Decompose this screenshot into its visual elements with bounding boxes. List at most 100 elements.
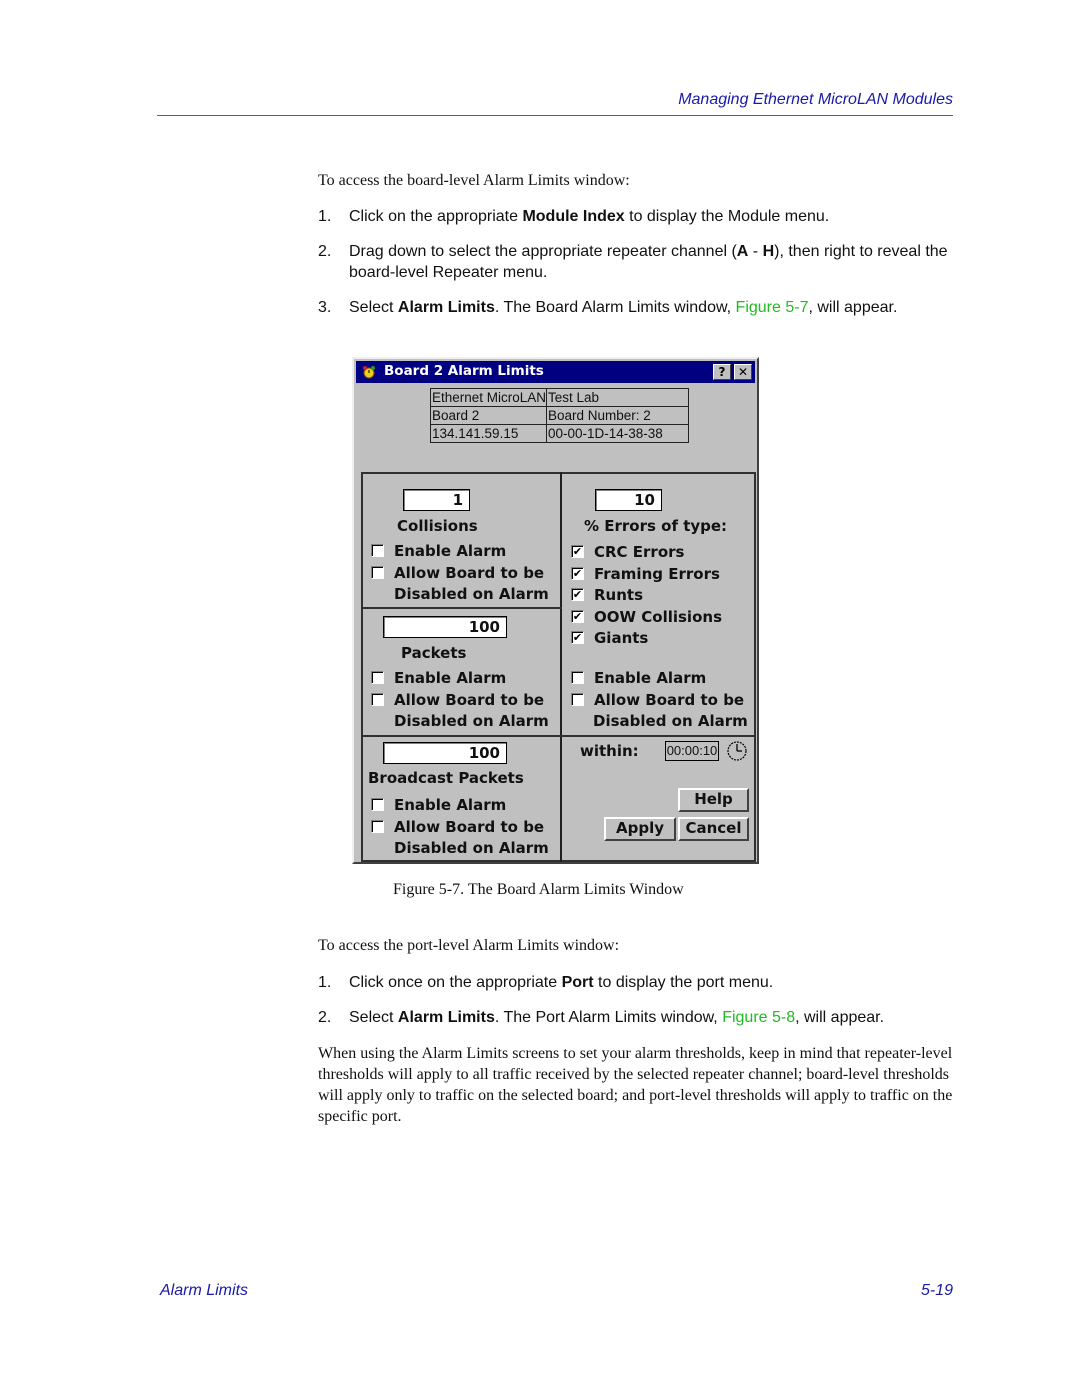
running-header: Managing Ethernet MicroLAN Modules	[678, 91, 953, 108]
cancel-button[interactable]: Cancel	[678, 817, 749, 841]
step-number: 1.	[318, 974, 332, 991]
table-row: Ethernet MicroLAN Test Lab	[430, 388, 689, 407]
bold-term: H	[762, 243, 775, 260]
errors-allow-disable-checkbox[interactable]	[571, 693, 584, 706]
broadcast-enable-alarm-checkbox[interactable]	[371, 798, 384, 811]
step-text: . The Port Alarm Limits window,	[494, 1009, 723, 1026]
apply-button[interactable]: Apply	[604, 817, 676, 841]
step-text: . The Board Alarm Limits window,	[494, 299, 736, 316]
device-name: Ethernet MicroLAN	[430, 388, 547, 407]
checkbox-label: Giants	[594, 629, 649, 647]
check-icon: ✔	[572, 588, 583, 601]
alarm-clock-icon	[363, 366, 375, 379]
section-divider	[561, 735, 756, 737]
checkbox-label: Enable Alarm	[394, 542, 507, 560]
collisions-threshold-input[interactable]: 1	[403, 489, 470, 511]
step-text: , will appear.	[808, 299, 898, 316]
step-text: to display the port menu.	[593, 974, 774, 991]
checkbox-label: Allow Board to be	[594, 691, 745, 709]
page-number: 5-19	[920, 1282, 953, 1299]
thresholds-paragraph: When using the Alarm Limits screens to s…	[318, 1045, 953, 1125]
section-divider	[361, 607, 562, 609]
errors-label: % Errors of type:	[584, 517, 728, 535]
figure-link[interactable]: Figure 5-7	[736, 299, 809, 316]
oow-collisions-checkbox[interactable]: ✔	[571, 610, 584, 623]
title-bar[interactable]: Board 2 Alarm Limits ? ✕	[356, 361, 755, 383]
panel-divider	[560, 472, 562, 862]
giants-checkbox[interactable]: ✔	[571, 631, 584, 644]
check-icon: ✔	[572, 567, 583, 580]
ip-address: 134.141.59.15	[430, 424, 547, 443]
collisions-allow-disable-checkbox[interactable]	[371, 566, 384, 579]
board-number: Board Number: 2	[546, 406, 689, 425]
broadcast-threshold-input[interactable]: 100	[383, 742, 507, 764]
errors-enable-alarm-checkbox[interactable]	[571, 671, 584, 684]
figure-caption: Figure 5-7. The Board Alarm Limits Windo…	[393, 881, 684, 898]
checkbox-label: Allow Board to be	[394, 691, 545, 709]
bold-term: Alarm Limits	[397, 299, 495, 316]
clock-icon[interactable]	[726, 740, 748, 762]
checkbox-label: Framing Errors	[594, 565, 720, 583]
close-button[interactable]: ✕	[734, 364, 752, 380]
checkbox-label: Disabled on Alarm	[394, 585, 549, 603]
checkbox-label: Runts	[594, 586, 644, 604]
section-divider	[361, 735, 562, 737]
step-text: -	[748, 243, 763, 260]
step-text: Select	[349, 1009, 398, 1026]
packets-label: Packets	[401, 644, 467, 662]
table-row: 134.141.59.15 00-00-1D-14-38-38	[430, 424, 689, 443]
within-label: within:	[580, 742, 639, 760]
intro-port-level: To access the port-level Alarm Limits wi…	[318, 937, 620, 954]
checkbox-label: Disabled on Alarm	[593, 712, 748, 730]
bold-term: Alarm Limits	[397, 1009, 495, 1026]
location: Test Lab	[546, 388, 689, 407]
step-text: Drag down to select the appropriate repe…	[349, 243, 737, 260]
packets-enable-alarm-checkbox[interactable]	[371, 671, 384, 684]
header-rule	[157, 115, 953, 116]
within-time-input[interactable]: 00:00:10	[665, 741, 719, 761]
check-icon: ✔	[572, 610, 583, 623]
check-icon: ✔	[572, 545, 583, 558]
step-text: Click once on the appropriate	[349, 974, 562, 991]
mac-address: 00-00-1D-14-38-38	[546, 424, 689, 443]
bold-term: A	[736, 243, 749, 260]
checkbox-label: OOW Collisions	[594, 608, 722, 626]
step-number: 2.	[318, 1009, 332, 1026]
broadcast-packets-label: Broadcast Packets	[368, 769, 524, 787]
bold-term: Module Index	[522, 208, 625, 225]
packets-threshold-input[interactable]: 100	[383, 616, 507, 638]
checkbox-label: Enable Alarm	[394, 669, 507, 687]
broadcast-allow-disable-checkbox[interactable]	[371, 820, 384, 833]
help-title-button[interactable]: ?	[713, 364, 731, 380]
step-number: 1.	[318, 208, 332, 225]
errors-threshold-input[interactable]: 10	[595, 489, 662, 511]
step-text: Select	[349, 299, 398, 316]
footer-section-title: Alarm Limits	[160, 1282, 249, 1299]
help-button[interactable]: Help	[678, 788, 749, 812]
runts-checkbox[interactable]: ✔	[571, 588, 584, 601]
checkbox-label: Disabled on Alarm	[394, 712, 549, 730]
crc-errors-checkbox[interactable]: ✔	[571, 545, 584, 558]
board-name: Board 2	[430, 406, 547, 425]
intro-board-level: To access the board-level Alarm Limits w…	[318, 172, 630, 189]
step-text: to display the Module menu.	[624, 208, 830, 225]
bold-term: Port	[561, 974, 594, 991]
framing-errors-checkbox[interactable]: ✔	[571, 567, 584, 580]
board-info-table: Ethernet MicroLAN Test Lab Board 2 Board…	[430, 388, 689, 443]
checkbox-label: Enable Alarm	[594, 669, 707, 687]
window-title: Board 2 Alarm Limits	[384, 363, 544, 379]
collisions-label: Collisions	[397, 517, 478, 535]
step-text: Click on the appropriate	[349, 208, 523, 225]
check-icon: ✔	[572, 631, 583, 644]
collisions-enable-alarm-checkbox[interactable]	[371, 544, 384, 557]
figure-link[interactable]: Figure 5-8	[722, 1009, 795, 1026]
checkbox-label: Allow Board to be	[394, 564, 545, 582]
table-row: Board 2 Board Number: 2	[430, 406, 689, 425]
checkbox-label: Enable Alarm	[394, 796, 507, 814]
packets-allow-disable-checkbox[interactable]	[371, 693, 384, 706]
checkbox-label: Disabled on Alarm	[394, 839, 549, 857]
step-number: 3.	[318, 299, 332, 316]
step-text: , will appear.	[795, 1009, 885, 1026]
board-alarm-limits-window: Board 2 Alarm Limits ? ✕ Ethernet MicroL…	[352, 357, 759, 864]
checkbox-label: CRC Errors	[594, 543, 685, 561]
